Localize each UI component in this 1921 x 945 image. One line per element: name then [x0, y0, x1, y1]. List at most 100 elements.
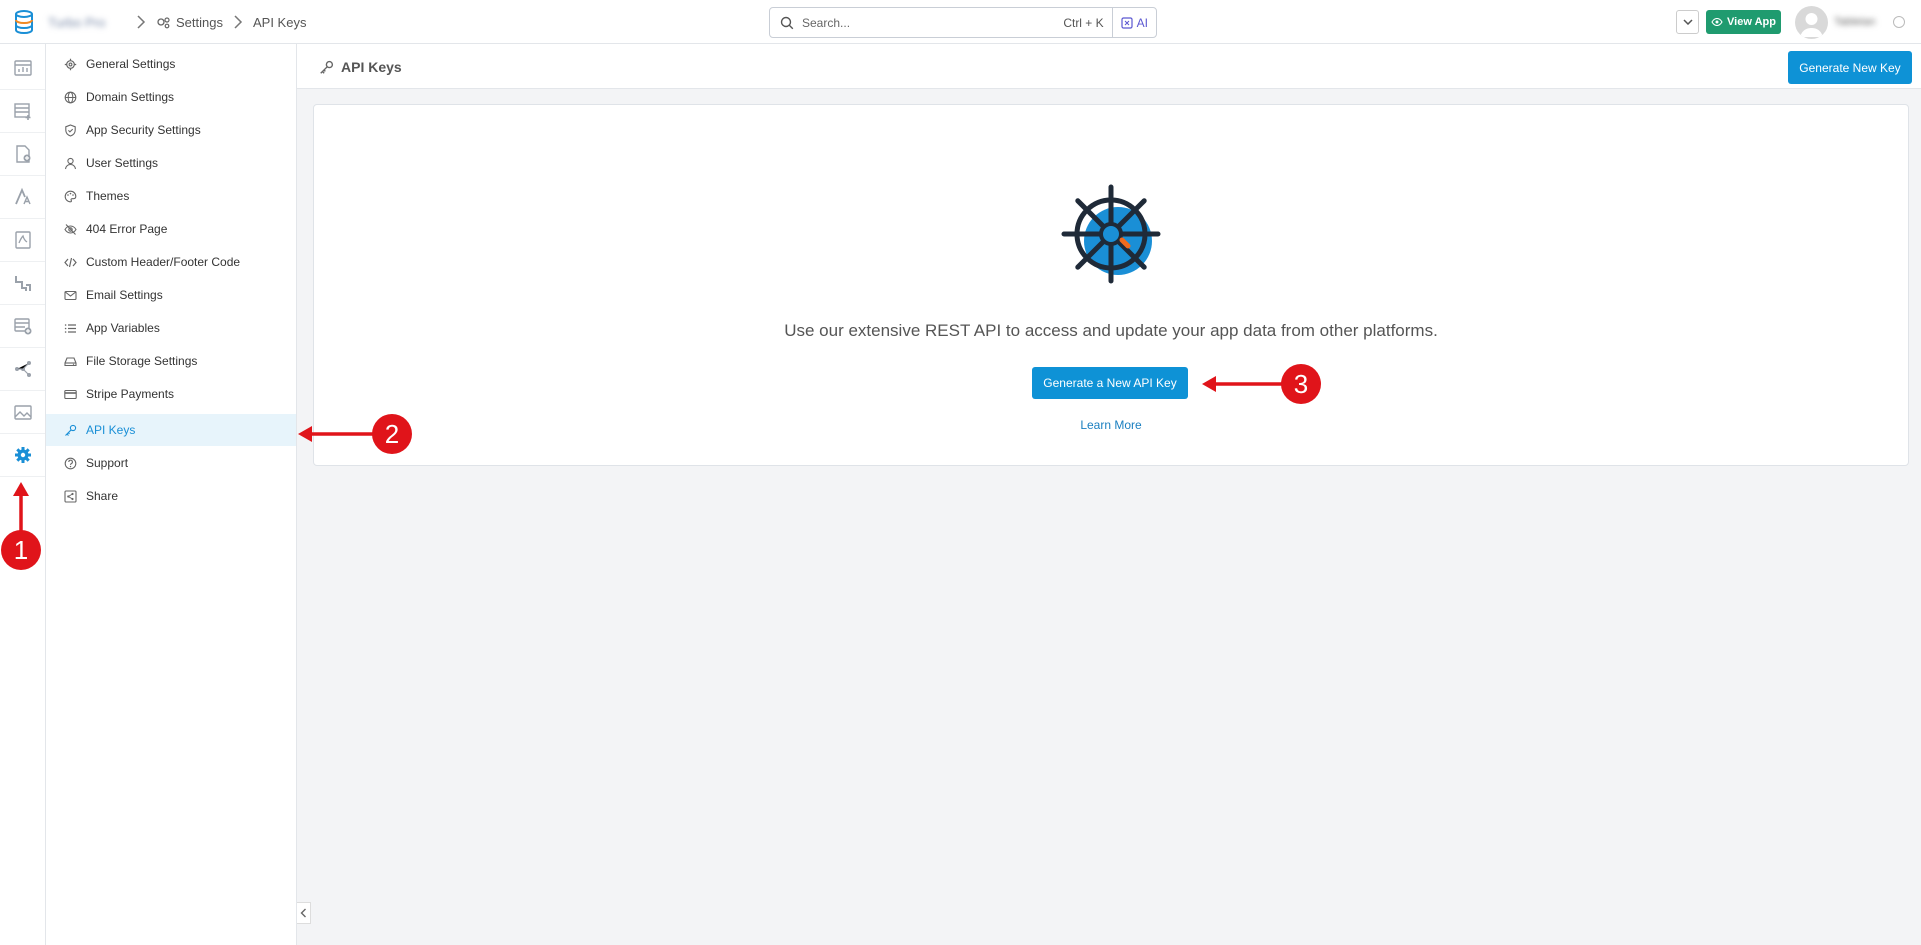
drive-icon: [64, 356, 77, 366]
breadcrumb-app[interactable]: Turbo Pro: [48, 15, 126, 30]
sidebar-item-label: API Keys: [86, 423, 136, 437]
empty-state-description: Use our extensive REST API to access and…: [784, 321, 1438, 340]
eye-off-icon: [64, 223, 77, 235]
sidebar-item-general-settings[interactable]: General Settings: [46, 48, 296, 80]
annotation-badge-2: 2: [372, 414, 412, 454]
database-add-icon: [13, 318, 31, 335]
sidebar-item-app-variables[interactable]: App Variables: [46, 312, 296, 344]
sidebar-item-api-keys[interactable]: API Keys: [46, 414, 296, 446]
sidebar-item-file-storage-settings[interactable]: File Storage Settings: [46, 345, 296, 377]
card-icon: [64, 389, 77, 399]
generate-api-key-button[interactable]: Generate a New API Key: [1032, 367, 1188, 399]
annotation-arrowhead-2: [298, 426, 312, 442]
view-app-label: View App: [1727, 16, 1776, 28]
avatar[interactable]: [1795, 6, 1828, 39]
shield-icon: [65, 123, 76, 137]
user-menu-icon[interactable]: [1893, 16, 1905, 28]
mail-icon: [64, 290, 77, 300]
globe-icon: [64, 91, 77, 103]
sidebar-item-app-security-settings[interactable]: App Security Settings: [46, 114, 296, 146]
palette-icon: [64, 190, 77, 202]
sidebar-item-label: Custom Header/Footer Code: [86, 255, 241, 269]
key-icon: [65, 424, 77, 436]
breadcrumb-api-keys: API Keys: [252, 14, 307, 30]
chevron-down-icon: [1682, 19, 1693, 25]
sidebar-item-domain-settings[interactable]: Domain Settings: [46, 81, 296, 113]
sidebar-collapse-button[interactable]: [297, 902, 311, 924]
ai-label: AI: [1136, 15, 1148, 30]
global-search[interactable]: Ctrl + K AI: [769, 7, 1157, 38]
gear-icon: [14, 447, 31, 463]
key-icon: [320, 60, 334, 74]
share-icon: [64, 489, 77, 503]
eye-icon: [1711, 18, 1723, 26]
pipes-icon: [14, 276, 31, 291]
page-title-text: API Keys: [341, 59, 402, 75]
annotation-badge-1: 1: [1, 530, 41, 570]
user-icon: [64, 157, 77, 169]
rail-settings[interactable]: [0, 434, 45, 477]
code-icon: [64, 257, 77, 267]
rail-dashboard[interactable]: [0, 47, 45, 90]
sidebar-item-label: Share: [86, 489, 119, 503]
image-icon: [13, 405, 32, 420]
search-shortcut: Ctrl + K: [1063, 15, 1104, 30]
sidebar-item-404-error-page[interactable]: 404 Error Page: [46, 213, 296, 245]
table-add-icon: [13, 103, 30, 120]
app-logo-icon[interactable]: [10, 8, 38, 36]
sidebar-item-label: Support: [86, 456, 129, 470]
rail-workflows[interactable]: [0, 348, 45, 391]
chevron-right-icon: [234, 15, 243, 29]
search-input[interactable]: [802, 15, 1064, 30]
api-keys-empty-state: Use our extensive REST API to access and…: [313, 104, 1909, 466]
gear-icon: [64, 58, 77, 70]
chevron-right-icon: [137, 15, 146, 29]
view-app-button[interactable]: View App: [1706, 10, 1781, 34]
pdf-icon: [14, 231, 31, 249]
user-avatar-icon: [1800, 13, 1823, 37]
sidebar-item-stripe-payments[interactable]: Stripe Payments: [46, 378, 296, 410]
font-icon: [14, 187, 31, 205]
user-name[interactable]: Tabletan: [1834, 16, 1886, 28]
rail-pdf[interactable]: [0, 219, 45, 262]
rail-media[interactable]: [0, 391, 45, 434]
sidebar-item-support[interactable]: Support: [46, 447, 296, 479]
rail-records[interactable]: [0, 305, 45, 348]
app-dropdown-button[interactable]: [1676, 10, 1699, 34]
sidebar-item-share[interactable]: Share: [46, 480, 296, 512]
dashboard-icon: [13, 60, 32, 76]
learn-more-link-text[interactable]: Learn More: [1080, 418, 1141, 432]
breadcrumb-settings[interactable]: Settings: [156, 15, 223, 30]
workflow-icon: [14, 361, 31, 377]
sidebar-item-label: 404 Error Page: [86, 222, 168, 236]
ai-icon: [1121, 16, 1133, 29]
sidebar-item-label: Domain Settings: [86, 90, 175, 104]
rail-tables[interactable]: [0, 90, 45, 133]
sidebar-item-label: App Variables: [86, 321, 160, 335]
sidebar-item-label: User Settings: [86, 156, 159, 170]
sidebar-item-themes[interactable]: Themes: [46, 180, 296, 212]
gears-icon: [157, 16, 170, 28]
sidebar-item-custom-header-footer-code[interactable]: Custom Header/Footer Code: [46, 246, 296, 278]
list-icon: [64, 323, 76, 333]
sidebar-item-label: Email Settings: [86, 288, 163, 302]
page-header: API Keys Generate New Key: [297, 44, 1921, 89]
page-title: API Keys: [319, 59, 402, 75]
sidebar-item-user-settings[interactable]: User Settings: [46, 147, 296, 179]
generate-new-key-button[interactable]: Generate New Key: [1788, 51, 1912, 84]
rail-pages[interactable]: [0, 133, 45, 176]
annotation-badge-3: 3: [1281, 364, 1321, 404]
help-circle-icon: [64, 457, 77, 469]
learn-more-link: Learn More: [314, 418, 1908, 432]
icon-rail: ?: [0, 44, 46, 945]
sidebar-item-email-settings[interactable]: Email Settings: [46, 279, 296, 311]
search-icon: [780, 16, 794, 29]
chevron-left-icon: [300, 908, 306, 918]
breadcrumb: Turbo Pro Settings API Keys: [48, 0, 306, 44]
settings-sidebar: General Settings Domain Settings App Sec…: [46, 44, 297, 945]
sidebar-item-label: App Security Settings: [86, 123, 201, 137]
rail-fonts[interactable]: [0, 176, 45, 219]
rail-integrations[interactable]: [0, 262, 45, 305]
ai-button[interactable]: AI: [1111, 8, 1156, 37]
sidebar-item-label: Themes: [86, 189, 130, 203]
